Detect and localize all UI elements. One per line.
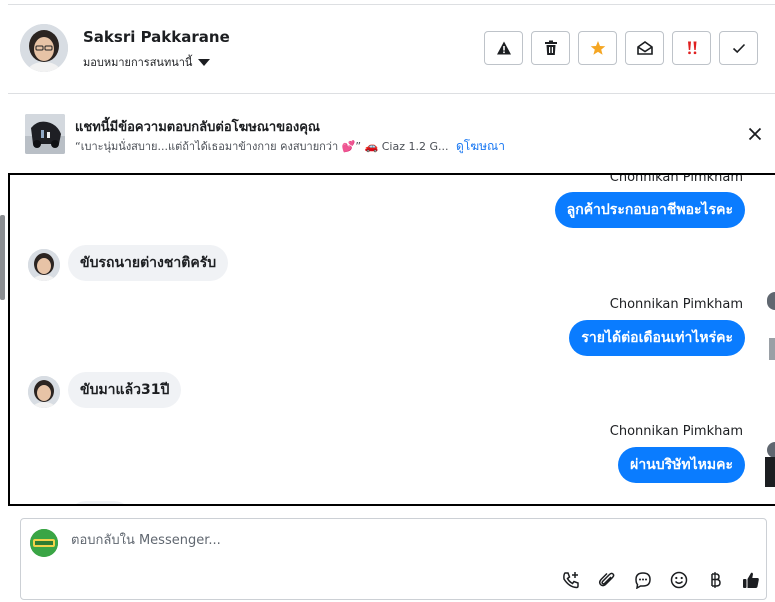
page-avatar [30, 529, 58, 557]
chevron-down-icon [198, 58, 211, 66]
mark-unread-button[interactable] [625, 31, 664, 65]
view-ad-link[interactable]: ดูโฆษณา [456, 139, 505, 153]
mark-important-button[interactable] [672, 31, 711, 65]
mark-done-button[interactable] [719, 31, 758, 65]
important-icon [687, 41, 696, 55]
emoji-button[interactable] [668, 569, 690, 591]
trash-icon [544, 40, 557, 55]
contact-name[interactable]: Saksri Pakkarane [83, 28, 230, 46]
phone-plus-icon [563, 572, 579, 589]
conversation-header: Saksri Pakkarane มอบหมายการสนทนานี้ [8, 5, 775, 94]
star-button[interactable] [578, 31, 617, 65]
outgoing-message[interactable]: รายได้ต่อเดือนเท่าไหร่คะ [569, 320, 745, 356]
baht-icon [711, 572, 721, 588]
contact-avatar-small [28, 505, 60, 506]
payment-button[interactable] [704, 569, 726, 591]
message-thread[interactable]: Chonnikan Pimkham ลูกค้าประกอบอาชีพอะไรค… [8, 173, 775, 506]
message-sender: Chonnikan Pimkham [609, 173, 743, 185]
thumbs-up-icon [743, 572, 759, 588]
ad-banner-text: “เบาะนุ่มนั่งสบาย...แต่ถ้าได้เธอมาข้างกา… [75, 137, 505, 156]
message-sender: Chonnikan Pimkham [609, 424, 743, 439]
incoming-message[interactable]: ขับมาแล้ว31ปี [68, 372, 182, 408]
side-panel-edge [765, 292, 775, 487]
scrollbar[interactable] [0, 215, 5, 300]
ad-thumbnail[interactable] [25, 114, 65, 154]
contact-avatar[interactable] [20, 24, 68, 72]
reply-input[interactable] [69, 532, 723, 549]
report-spam-button[interactable] [484, 31, 523, 65]
composer-tools [560, 569, 762, 591]
outgoing-message[interactable]: ลูกค้าประกอบอาชีพอะไรคะ [554, 192, 745, 228]
delete-button[interactable] [531, 31, 570, 65]
saved-replies-button[interactable] [632, 569, 654, 591]
smiley-icon [670, 571, 688, 589]
assign-conversation-dropdown[interactable]: มอบหมายการสนทนานี้ [83, 53, 211, 71]
ad-reply-banner: แชทนี้มีข้อความตอบกลับต่อโฆษณาของคุณ “เบ… [8, 94, 775, 166]
paperclip-icon [598, 572, 615, 587]
ad-snippet: “เบาะนุ่มนั่งสบาย...แต่ถ้าได้เธอมาข้างกา… [75, 140, 449, 153]
header-actions [484, 31, 758, 65]
chat-bubble-icon [635, 572, 651, 589]
star-icon [590, 41, 605, 55]
incoming-message[interactable]: ขับรถนายต่างชาติครับ [68, 245, 229, 281]
attach-button[interactable] [596, 569, 618, 591]
check-icon [732, 43, 745, 54]
conversation-panel: Saksri Pakkarane มอบหมายการสนทนานี้ แชทน… [0, 0, 775, 602]
close-icon [748, 127, 762, 141]
contact-avatar-small [28, 376, 60, 408]
like-button[interactable] [740, 569, 762, 591]
contact-avatar-small [28, 249, 60, 281]
mark-unread-icon [636, 41, 653, 55]
message-sender: Chonnikan Pimkham [609, 297, 743, 312]
close-banner-button[interactable] [745, 124, 765, 144]
ad-banner-title: แชทนี้มีข้อความตอบกลับต่อโฆษณาของคุณ [75, 120, 320, 135]
call-button[interactable] [560, 569, 582, 591]
outgoing-message[interactable]: ผ่านบริษัทไหมคะ [618, 447, 745, 483]
reply-composer [20, 518, 767, 600]
assign-label: มอบหมายการสนทนานี้ [83, 56, 193, 69]
warning-icon [496, 41, 511, 55]
incoming-message-partial[interactable] [68, 501, 132, 504]
